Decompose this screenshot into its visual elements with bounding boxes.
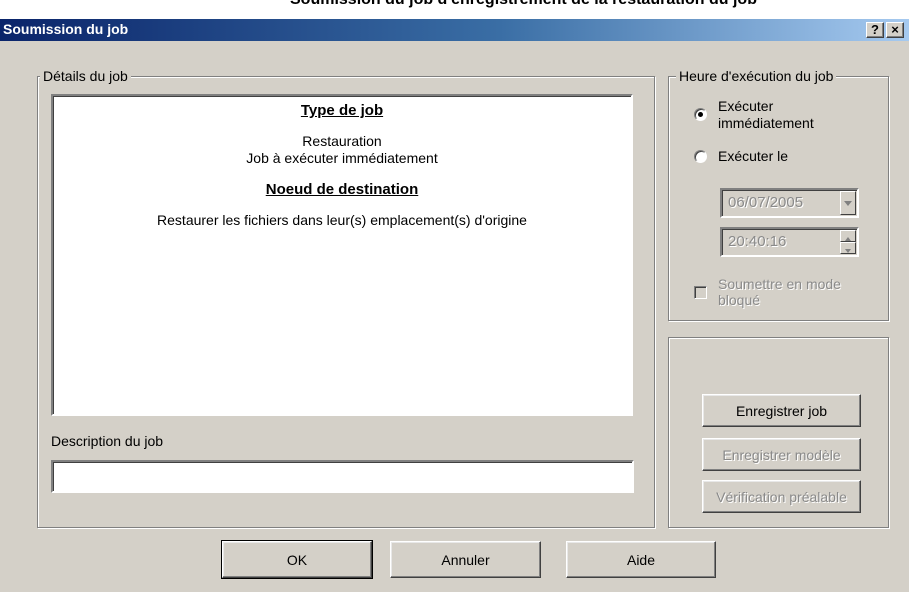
date-picker[interactable]: 06/07/2005: [720, 188, 859, 218]
cancel-button[interactable]: Annuler: [390, 541, 541, 578]
background-heading: Soumission du job d'enregistrement de la…: [290, 0, 757, 9]
destination-text: Restaurer les fichiers dans leur(s) empl…: [157, 212, 527, 228]
description-label: Description du job: [51, 433, 164, 449]
schedule-legend: Heure d'exécution du job: [676, 68, 837, 84]
help-icon[interactable]: ?: [866, 22, 884, 38]
time-spin-up[interactable]: [840, 230, 856, 242]
chevron-down-icon: [844, 201, 852, 206]
date-dropdown-button[interactable]: [840, 191, 856, 215]
title-bar[interactable]: Soumission du job ? ×: [0, 19, 909, 41]
job-details-panel: Type de job Restauration Job à exécuter …: [51, 94, 633, 416]
save-job-button[interactable]: Enregistrer job: [702, 394, 861, 427]
close-icon[interactable]: ×: [886, 22, 904, 38]
job-type-line1: Restauration: [302, 133, 382, 149]
time-spinner[interactable]: 20:40:16: [720, 227, 859, 257]
save-template-button[interactable]: Enregistrer modèle: [702, 438, 861, 471]
job-details-legend: Détails du job: [40, 68, 131, 84]
hold-label: Soumettre en mode bloqué: [718, 276, 841, 308]
job-type-line2: Job à exécuter immédiatement: [246, 150, 438, 166]
help-button[interactable]: Aide: [566, 541, 716, 578]
spin-down-icon: [845, 249, 851, 253]
hold-checkbox[interactable]: [694, 286, 707, 299]
window-title: Soumission du job: [3, 21, 129, 37]
background-heading-strip: Soumission du job d'enregistrement de la…: [0, 0, 909, 19]
run-now-label[interactable]: Exécuter immédiatement: [718, 98, 868, 132]
time-value: 20:40:16: [728, 233, 787, 250]
radio-selected-dot: [698, 112, 703, 117]
time-spin-down[interactable]: [840, 242, 856, 254]
preflight-check-button[interactable]: Vérification préalable: [702, 480, 861, 513]
ok-button[interactable]: OK: [221, 540, 373, 579]
date-value: 06/07/2005: [728, 194, 804, 211]
description-input[interactable]: [51, 460, 634, 493]
run-now-radio[interactable]: [694, 108, 707, 121]
run-at-radio[interactable]: [694, 150, 707, 163]
run-at-label[interactable]: Exécuter le: [718, 148, 788, 164]
destination-heading: Noeud de destination: [265, 181, 419, 198]
job-type-heading: Type de job: [300, 102, 384, 119]
